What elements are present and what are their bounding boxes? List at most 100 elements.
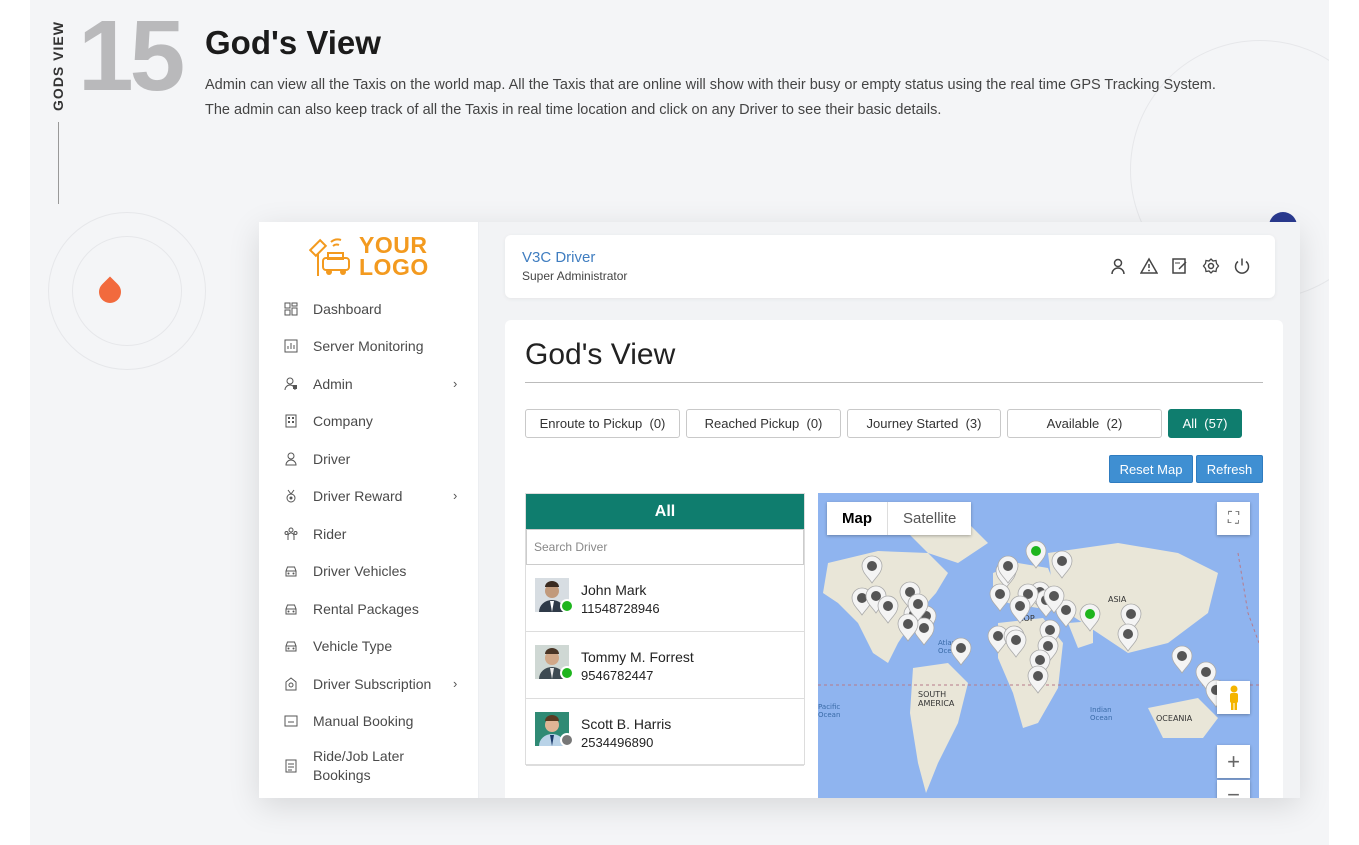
status-online-dot — [560, 599, 574, 613]
sidebar-item-driver[interactable]: Driver — [283, 446, 473, 472]
sidebar-item-label: Driver — [313, 451, 351, 467]
driver-row-scott-b-harris[interactable]: Scott B. Harris 2534496890 — [526, 699, 804, 766]
sidebar-item-label: Driver Reward — [313, 488, 403, 504]
sidebar-item-vehicle-type[interactable]: Vehicle Type — [283, 633, 473, 659]
driver-phone: 2534496890 — [581, 735, 654, 750]
driver-marker[interactable] — [1009, 595, 1031, 624]
sidebar-item-label: Admin — [313, 376, 353, 392]
page-title: God's View — [525, 338, 676, 371]
alert-icon[interactable] — [1139, 257, 1159, 275]
sidebar-item-label: Vehicle Type — [313, 638, 393, 654]
street-view-icon[interactable] — [1217, 681, 1250, 714]
dashboard-icon — [283, 301, 299, 317]
topbar-actions — [1109, 257, 1251, 275]
section-title: God's View — [205, 24, 381, 61]
driver-row-tommy-m-forrest[interactable]: Tommy M. Forrest 9546782447 — [526, 632, 804, 699]
driver-marker[interactable] — [897, 613, 919, 642]
driver-marker[interactable] — [1005, 629, 1027, 658]
taxi-logo-icon — [309, 238, 350, 276]
driver-list-header: All — [526, 494, 804, 529]
search-driver-input[interactable]: Search Driver — [526, 529, 804, 565]
sidebar-item-label: Ride/Job Later Bookings — [313, 748, 405, 783]
driver-icon — [283, 451, 299, 467]
subscription-icon — [283, 676, 299, 692]
filter-available[interactable]: Available (2) — [1007, 409, 1162, 438]
booking-icon — [283, 713, 299, 729]
refresh-button[interactable]: Refresh — [1196, 455, 1263, 483]
sidebar-item-driver-subscription[interactable]: Driver Subscription › — [283, 671, 473, 697]
map-type-tabs: Map Satellite — [827, 502, 972, 535]
sidebar-item-label: Dashboard — [313, 301, 382, 317]
driver-marker[interactable] — [861, 555, 883, 584]
driver-name: John Mark — [581, 582, 647, 598]
user-name[interactable]: V3C Driver — [522, 249, 595, 266]
filter-enroute-to-pickup[interactable]: Enroute to Pickup (0) — [525, 409, 680, 438]
edit-icon[interactable] — [1171, 257, 1189, 275]
sidebar-item-label: Server Monitoring — [313, 338, 424, 354]
zoom-in-button[interactable]: + — [1217, 745, 1250, 778]
medal-icon — [283, 488, 299, 504]
driver-marker[interactable] — [1027, 665, 1049, 694]
filter-all[interactable]: All (57) — [1168, 409, 1242, 438]
driver-list: All Search Driver John Mark 11548728946 … — [525, 493, 805, 766]
sidebar-item-driver-reward[interactable]: Driver Reward › — [283, 483, 473, 509]
decorative-circle — [72, 236, 182, 346]
driver-marker[interactable] — [1051, 550, 1073, 579]
sidebar-item-label: Driver Vehicles — [313, 563, 407, 579]
car-icon — [283, 638, 299, 654]
driver-phone: 11548728946 — [581, 601, 660, 616]
chart-icon — [283, 338, 299, 354]
sidebar-item-label: Manual Booking — [313, 713, 414, 729]
section-side-label: GODS VIEW — [50, 21, 66, 111]
status-offline-dot — [560, 733, 574, 747]
filter-reached-pickup[interactable]: Reached Pickup (0) — [686, 409, 841, 438]
logo-text: YOUR LOGO — [359, 232, 429, 280]
people-icon — [283, 526, 299, 542]
driver-markers — [851, 540, 1227, 708]
driver-phone: 9546782447 — [581, 668, 654, 683]
chevron-right-icon: › — [453, 676, 458, 691]
status-online-dot — [560, 666, 574, 680]
world-map[interactable]: ASIA Atlantic Ocean SOUTH AMERICA Pacifi… — [818, 493, 1259, 798]
reset-map-button[interactable]: Reset Map — [1109, 455, 1193, 483]
side-divider — [58, 122, 59, 204]
sidebar-item-label: Rider — [313, 526, 347, 542]
car-icon — [283, 601, 299, 617]
power-icon[interactable] — [1233, 257, 1251, 275]
driver-marker[interactable] — [1171, 645, 1193, 674]
sidebar-item-driver-vehicles[interactable]: Driver Vehicles — [283, 558, 473, 584]
gear-icon[interactable] — [1202, 257, 1220, 275]
sidebar-item-manual-booking[interactable]: Manual Booking — [283, 708, 473, 734]
chevron-right-icon: › — [453, 488, 458, 503]
topbar: V3C Driver Super Administrator — [505, 235, 1275, 298]
driver-marker-available[interactable] — [1079, 603, 1101, 632]
sidebar-item-admin[interactable]: Admin › — [283, 371, 473, 397]
sidebar-item-server-monitoring[interactable]: Server Monitoring — [283, 333, 473, 359]
sidebar-item-rider[interactable]: Rider — [283, 521, 473, 547]
driver-marker[interactable] — [1117, 623, 1139, 652]
filter-journey-started[interactable]: Journey Started (3) — [847, 409, 1001, 438]
sidebar-item-dashboard[interactable]: Dashboard — [283, 296, 473, 322]
fullscreen-icon[interactable]: ⛶ — [1217, 502, 1250, 535]
app-screenshot: YOUR LOGO Dashboard Server Monitoring Ad… — [259, 222, 1300, 798]
sidebar-item-ride-job-later-bookings[interactable]: Ride/Job Later Bookings — [283, 746, 473, 786]
driver-row-john-mark[interactable]: John Mark 11548728946 — [526, 565, 804, 632]
driver-marker-available[interactable] — [1025, 540, 1047, 569]
sidebar-item-company[interactable]: Company — [283, 408, 473, 434]
tab-map[interactable]: Map — [827, 502, 888, 535]
sidebar-item-rental-packages[interactable]: Rental Packages — [283, 596, 473, 622]
logo[interactable]: YOUR LOGO — [309, 232, 439, 280]
driver-marker[interactable] — [877, 595, 899, 624]
sidebar-item-label: Company — [313, 413, 373, 429]
tab-satellite[interactable]: Satellite — [888, 502, 971, 535]
driver-name: Tommy M. Forrest — [581, 649, 694, 665]
user-icon[interactable] — [1109, 257, 1127, 275]
sidebar-item-label: Driver Subscription — [313, 676, 432, 692]
driver-marker[interactable] — [950, 637, 972, 666]
sidebar: YOUR LOGO Dashboard Server Monitoring Ad… — [259, 222, 479, 798]
driver-marker[interactable] — [989, 583, 1011, 612]
section-description: Admin can view all the Taxis on the worl… — [205, 77, 1216, 118]
zoom-out-button[interactable]: − — [1217, 780, 1250, 798]
driver-name: Scott B. Harris — [581, 716, 672, 732]
car-icon — [283, 563, 299, 579]
